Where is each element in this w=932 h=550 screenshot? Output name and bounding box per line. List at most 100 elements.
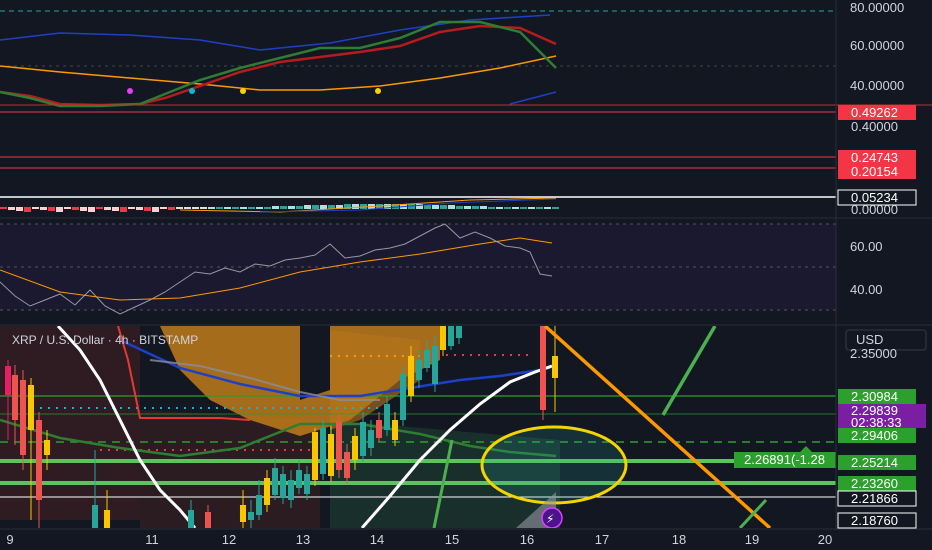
price-tick-235: 2.35000 — [850, 346, 897, 361]
macd-bar — [40, 207, 47, 210]
macd-bar — [464, 206, 471, 209]
tag-text-020154: 0.20154 — [851, 164, 898, 179]
macd-bar — [448, 205, 455, 209]
macd-bar — [144, 207, 151, 211]
tag-text-223260: 2.23260 — [851, 476, 898, 491]
tag-text-229406: 2.29406 — [851, 428, 898, 443]
tag-text-049262: 0.49262 — [851, 105, 898, 120]
signal-dot — [240, 88, 246, 94]
macd-bar — [16, 207, 23, 211]
signal-dot — [375, 88, 381, 94]
macd-bar — [64, 207, 71, 209]
macd-tick-0: 0.00000 — [851, 202, 898, 217]
rsi-tick-40: 40.00 — [850, 282, 883, 297]
tag-text-225214: 2.25214 — [851, 455, 898, 470]
stoch-tick-40: 40.00000 — [850, 78, 904, 93]
macd-bar — [136, 207, 143, 210]
candle-body — [28, 385, 34, 430]
macd-bar — [488, 207, 495, 209]
macd-bar — [120, 207, 127, 212]
macd-bar — [80, 207, 87, 211]
candle-body — [280, 474, 286, 498]
candle-body — [264, 478, 270, 505]
macd-bar — [440, 205, 447, 209]
time-tick-17: 17 — [595, 532, 609, 547]
macd-bar — [224, 207, 231, 209]
tag-text-221866: 2.21866 — [851, 491, 898, 506]
macd-bar — [272, 206, 279, 209]
candle-body — [424, 350, 430, 368]
candle-body — [296, 470, 302, 488]
stoch-tick-80: 80.00000 — [850, 0, 904, 15]
macd-bar — [424, 205, 431, 209]
macd-bar — [528, 207, 535, 209]
candle-body — [320, 428, 326, 474]
rsi-tick-60: 60.00 — [850, 239, 883, 254]
highlight-circle — [480, 425, 628, 505]
macd-bar — [552, 207, 559, 209]
currency-label: USD — [856, 332, 883, 347]
candle-body — [392, 420, 398, 440]
time-tick-16: 16 — [520, 532, 534, 547]
tag-text-218760: 2.18760 — [851, 513, 898, 528]
macd-bar — [72, 207, 79, 210]
tag-text-230984: 2.30984 — [851, 389, 898, 404]
macd-bar — [256, 207, 263, 209]
candle-body — [456, 326, 462, 338]
macd-bar — [232, 207, 239, 209]
candle-body — [384, 404, 390, 430]
macd-bar — [472, 206, 479, 209]
rsi-pane[interactable]: 60.00 40.00 — [0, 223, 883, 315]
candle-body — [448, 326, 454, 346]
macd-bar — [168, 207, 175, 210]
candle-body — [400, 374, 406, 420]
macd-bar — [192, 207, 199, 209]
candle-body — [256, 495, 262, 515]
candle-body — [376, 420, 382, 438]
macd-bar — [456, 206, 463, 209]
candle-body — [272, 468, 278, 495]
symbol-title: XRP / U.S. Dollar · 4h · BITSTAMP — [12, 333, 198, 347]
macd-bar — [200, 207, 207, 209]
macd-bar — [504, 207, 511, 209]
macd-bar — [56, 207, 63, 212]
candle-body — [312, 432, 318, 480]
candle-body — [328, 434, 334, 476]
candle-body — [44, 440, 50, 455]
macd-bar — [104, 207, 111, 210]
time-tick-13: 13 — [296, 532, 310, 547]
macd-bar — [208, 207, 215, 209]
candle-body — [288, 480, 294, 500]
candle-body — [304, 474, 310, 494]
candle-body — [248, 512, 254, 520]
macd-bar — [248, 207, 255, 209]
candle-body — [432, 346, 438, 384]
macd-bar — [96, 207, 103, 209]
macd-bar — [264, 207, 271, 209]
macd-bar — [32, 207, 39, 209]
candle-body — [12, 375, 18, 420]
candle-body — [336, 422, 342, 470]
macd-bar — [176, 207, 183, 209]
candle-body — [552, 356, 558, 378]
macd-bar — [312, 205, 319, 209]
macd-bar — [352, 204, 359, 209]
macd-bar — [48, 207, 55, 211]
time-tick-14: 14 — [370, 532, 384, 547]
candle-body — [344, 452, 350, 478]
macd-bar — [184, 207, 191, 209]
macd-bar — [432, 205, 439, 209]
macd-bar — [544, 207, 551, 209]
tag-text-024743: 0.24743 — [851, 150, 898, 165]
macd-bar — [496, 207, 503, 209]
stoch-tick-60: 60.00000 — [850, 38, 904, 53]
macd-bar — [536, 207, 543, 209]
time-tick-15: 15 — [445, 532, 459, 547]
candle-body — [352, 436, 358, 460]
time-tick-19: 19 — [745, 532, 759, 547]
macd-bar — [296, 206, 303, 209]
trading-chart[interactable]: 80.00000 60.00000 40.00000 0.49262 0.400… — [0, 0, 932, 550]
macd-bar — [240, 207, 247, 209]
macd-bar — [320, 205, 327, 209]
macd-bar — [128, 207, 135, 209]
